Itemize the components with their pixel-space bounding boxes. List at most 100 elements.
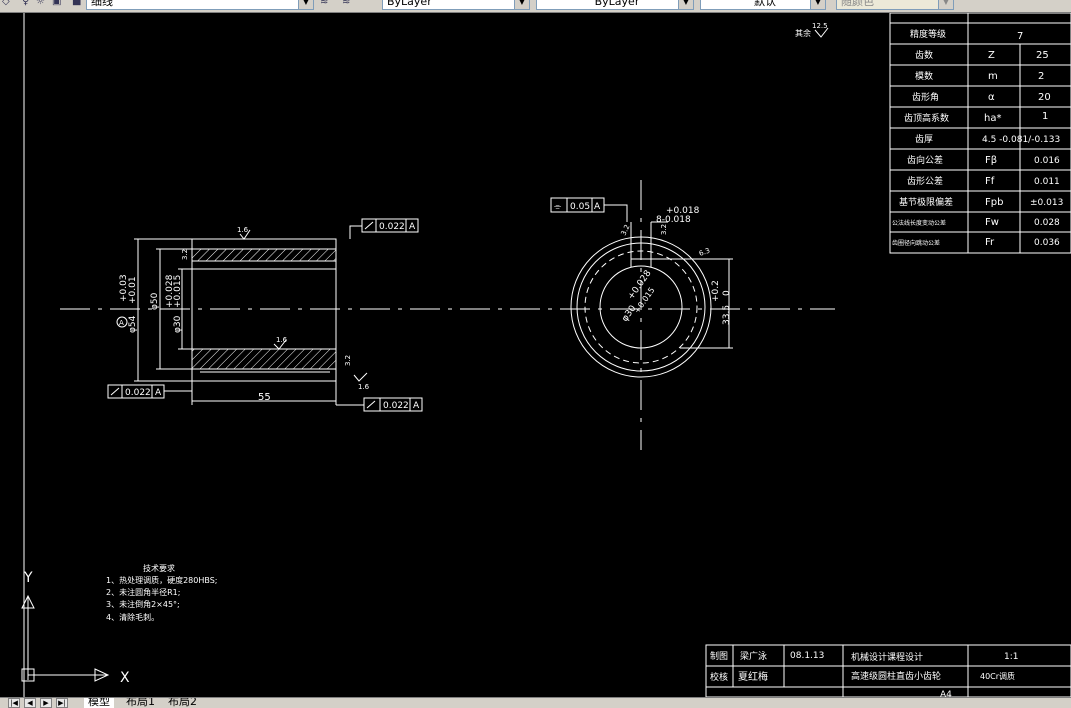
svg-text:3.2: 3.2: [344, 355, 352, 366]
svg-text:齿顶高系数: 齿顶高系数: [904, 112, 949, 124]
surface-finish-rest: 其余 12.5: [795, 22, 829, 38]
svg-text:+0.2: +0.2: [711, 280, 721, 302]
tab-layout2[interactable]: 布局2: [164, 698, 201, 708]
svg-text:0.028: 0.028: [1034, 218, 1060, 228]
svg-text:公法线长度变动公差: 公法线长度变动公差: [892, 219, 946, 227]
svg-text:⌯: ⌯: [554, 202, 562, 212]
tab-model[interactable]: 模型: [84, 698, 114, 708]
svg-text:1.6: 1.6: [237, 226, 249, 234]
chevron-down-icon[interactable]: ▼: [298, 0, 313, 9]
svg-text:3.2: 3.2: [620, 223, 632, 236]
svg-text:0.011: 0.011: [1034, 177, 1060, 187]
svg-text:Z: Z: [988, 50, 995, 61]
right-view: [570, 180, 733, 450]
drawing-canvas[interactable]: 其余 12.5 +0.03 +0.01 φ54 φ50 +0.028 +0.01…: [0, 13, 1071, 697]
svg-text:校核: 校核: [710, 671, 728, 683]
svg-text:12.5: 12.5: [812, 22, 828, 30]
tab-layout1[interactable]: 布局1: [122, 698, 159, 708]
chevron-down-icon[interactable]: ▼: [810, 0, 825, 9]
svg-text:1、热处理调质，硬度280HBS;: 1、热处理调质，硬度280HBS;: [106, 575, 218, 585]
svg-text:技术要求: 技术要求: [143, 563, 175, 573]
svg-text:08.1.13: 08.1.13: [790, 651, 824, 661]
color-combo[interactable]: ByLayer ▼: [382, 0, 530, 10]
svg-text:齿形角: 齿形角: [912, 91, 939, 103]
svg-text:4、清除毛刺。: 4、清除毛刺。: [106, 612, 159, 622]
svg-text:0.016: 0.016: [1034, 156, 1060, 166]
svg-text:齿圈径向跳动公差: 齿圈径向跳动公差: [892, 239, 940, 247]
chevron-down-icon: ▼: [938, 0, 953, 9]
svg-text:3.2: 3.2: [660, 224, 668, 235]
layer-lock-icon[interactable]: ▣: [52, 0, 64, 8]
hatch-top: [192, 249, 336, 261]
gtol-bottom: 0.022 A: [336, 397, 423, 412]
svg-text:33.5: 33.5: [722, 305, 732, 325]
svg-text:55: 55: [258, 392, 271, 403]
svg-text:0.036: 0.036: [1034, 238, 1060, 248]
svg-text:Fβ: Fβ: [985, 155, 997, 166]
svg-text:0.022: 0.022: [383, 401, 409, 411]
svg-text:φ54: φ54: [128, 315, 138, 333]
svg-text:梁广泳: 梁广泳: [740, 650, 767, 662]
svg-text:φ30: φ30: [173, 315, 183, 333]
make-layer-current-icon[interactable]: ≋: [320, 0, 332, 8]
svg-text:1:1: 1:1: [1004, 652, 1018, 662]
svg-text:2、未注圆角半径R1;: 2、未注圆角半径R1;: [106, 587, 180, 597]
svg-text:A: A: [413, 401, 420, 411]
svg-text:基节极限偏差: 基节极限偏差: [899, 196, 953, 208]
svg-text:A4: A4: [940, 690, 952, 697]
svg-text:A: A: [409, 222, 416, 232]
lightbulb-icon[interactable]: ♀: [22, 0, 34, 8]
svg-text:±0.013: ±0.013: [1030, 198, 1063, 208]
svg-text:齿形公差: 齿形公差: [907, 175, 943, 187]
svg-text:0.05: 0.05: [570, 202, 590, 212]
svg-text:2: 2: [1038, 71, 1044, 82]
tech-requirements: 技术要求 1、热处理调质，硬度280HBS; 2、未注圆角半径R1; 3、未注倒…: [106, 563, 218, 622]
svg-text:A: A: [155, 388, 162, 398]
svg-text:齿向公差: 齿向公差: [907, 154, 943, 166]
layer-color-icon[interactable]: ■: [72, 0, 84, 8]
hatch-bottom: [192, 349, 336, 369]
svg-text:Ff: Ff: [985, 176, 995, 187]
svg-text:齿数: 齿数: [915, 49, 933, 61]
right-view-dims: +0.028 φ30 +0.015 +0.2 0 33.5 +0.018 8-0…: [620, 206, 732, 325]
svg-text:0.022: 0.022: [379, 222, 405, 232]
svg-text:6.3: 6.3: [698, 247, 711, 258]
svg-text:X: X: [120, 670, 130, 686]
properties-toolbar: ◇ ♀ ☼ ▣ ■ 细线 ▼ ≋ ≋ ByLayer ▼ ByLayer ▼ 默认 ▼ …: [0, 0, 1071, 13]
svg-text:0: 0: [722, 290, 732, 296]
svg-text:1: 1: [1042, 111, 1048, 122]
svg-text:+0.015: +0.015: [173, 275, 183, 308]
layer-state-icon[interactable]: ◇: [2, 0, 14, 8]
plotstyle-combo: 随颜色 ▼: [836, 0, 954, 10]
title-block-text: 制图 梁广泳 08.1.13 校核 夏红梅 机械设计课程设计 1:1 高速级圆柱…: [710, 650, 1018, 697]
linetype-combo[interactable]: ByLayer ▼: [536, 0, 694, 10]
svg-text:Fr: Fr: [985, 237, 995, 248]
lineweight-combo[interactable]: 默认 ▼: [700, 0, 826, 10]
svg-text:φ50: φ50: [150, 292, 160, 310]
layout-tabs: |◀ ◀ ▶ ▶| 模型 布局1 布局2: [0, 697, 1071, 708]
svg-text:3、未注倒角2×45°;: 3、未注倒角2×45°;: [106, 599, 180, 609]
chevron-down-icon[interactable]: ▼: [514, 0, 529, 9]
svg-text:4.5 -0.081/-0.133: 4.5 -0.081/-0.133: [982, 135, 1060, 145]
svg-text:A: A: [119, 319, 124, 327]
svg-text:+0.01: +0.01: [128, 276, 138, 304]
sun-icon[interactable]: ☼: [36, 0, 48, 8]
param-table-text: 精度等级 7 齿数 Z 25 模数 m 2 齿形角 α 20 齿顶高系数 ha*…: [892, 28, 1063, 248]
svg-text:夏红梅: 夏红梅: [738, 670, 768, 683]
svg-text:8-0.018: 8-0.018: [656, 215, 691, 225]
svg-text:Y: Y: [23, 570, 33, 586]
layer-previous-icon[interactable]: ≋: [342, 0, 354, 8]
chevron-down-icon[interactable]: ▼: [678, 0, 693, 9]
gtol-top: 0.022 A: [349, 218, 419, 239]
svg-text:机械设计课程设计: 机械设计课程设计: [851, 651, 923, 663]
svg-text:3.2: 3.2: [181, 249, 189, 260]
svg-text:精度等级: 精度等级: [910, 28, 946, 40]
layer-combo[interactable]: 细线 ▼: [86, 0, 314, 10]
svg-text:m: m: [988, 71, 998, 82]
svg-text:制图: 制图: [710, 650, 728, 662]
svg-text:7: 7: [1017, 31, 1023, 42]
svg-text:Fpb: Fpb: [985, 197, 1003, 208]
svg-text:A: A: [594, 202, 601, 212]
svg-text:Fw: Fw: [985, 217, 999, 228]
gtol-right: ⌯ 0.05 A: [550, 197, 628, 222]
